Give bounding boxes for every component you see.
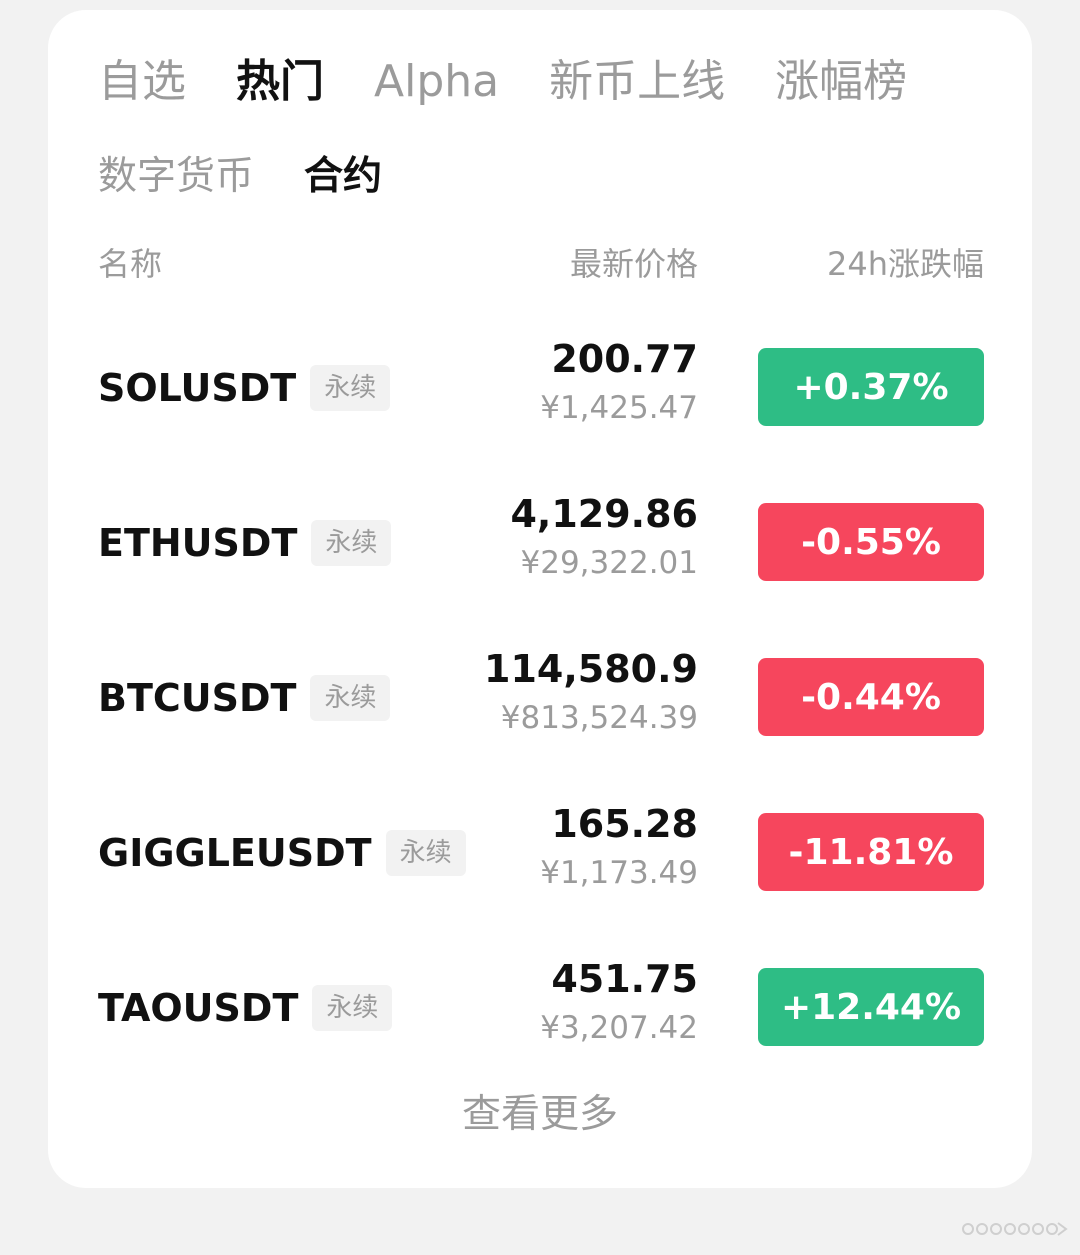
cny-price: ¥813,524.39 bbox=[500, 700, 698, 736]
category-tabs: 自选 热门 Alpha 新币上线 涨幅榜 bbox=[98, 52, 957, 112]
tab-watchlist[interactable]: 自选 bbox=[98, 52, 186, 112]
perpetual-tag: 永续 bbox=[312, 985, 393, 1031]
subtab-futures[interactable]: 合约 bbox=[304, 150, 382, 204]
table-row[interactable]: ETHUSDT 永续 4,129.86 ¥29,322.01 -0.55% bbox=[0, 491, 1080, 611]
last-price: 165.28 bbox=[551, 802, 698, 846]
cny-price: ¥29,322.01 bbox=[520, 545, 699, 581]
cny-price: ¥1,425.47 bbox=[540, 390, 698, 426]
tab-top-gainers[interactable]: 涨幅榜 bbox=[775, 52, 907, 112]
row-name-cell: ETHUSDT 永续 bbox=[98, 517, 392, 569]
column-header-change[interactable]: 24h涨跌幅 bbox=[827, 242, 984, 286]
perpetual-tag: 永续 bbox=[310, 675, 391, 721]
table-row[interactable]: GIGGLEUSDT 永续 165.28 ¥1,173.49 -11.81% bbox=[0, 801, 1080, 921]
change-badge[interactable]: +0.37% bbox=[758, 348, 984, 426]
change-badge[interactable]: -0.55% bbox=[758, 503, 984, 581]
change-badge[interactable]: +12.44% bbox=[758, 968, 984, 1046]
perpetual-tag: 永续 bbox=[310, 365, 391, 411]
table-row[interactable]: TAOUSDT 永续 451.75 ¥3,207.42 +12.44% bbox=[0, 956, 1080, 1076]
table-row[interactable]: SOLUSDT 永续 200.77 ¥1,425.47 +0.37% bbox=[0, 336, 1080, 456]
symbol-label: SOLUSDT bbox=[98, 366, 297, 410]
perpetual-tag: 永续 bbox=[311, 520, 392, 566]
symbol-label: ETHUSDT bbox=[98, 521, 298, 565]
view-more-button[interactable]: 查看更多 bbox=[0, 1090, 1080, 1140]
last-price: 451.75 bbox=[551, 957, 698, 1001]
market-type-tabs: 数字货币 合约 bbox=[98, 150, 432, 204]
cny-price: ¥3,207.42 bbox=[540, 1010, 698, 1046]
row-name-cell: TAOUSDT 永续 bbox=[98, 982, 393, 1034]
symbol-label: GIGGLEUSDT bbox=[98, 831, 372, 875]
watermark-logo bbox=[962, 1222, 1068, 1236]
tab-new-listings[interactable]: 新币上线 bbox=[549, 52, 725, 112]
table-row[interactable]: BTCUSDT 永续 114,580.9 ¥813,524.39 -0.44% bbox=[0, 646, 1080, 766]
tab-alpha[interactable]: Alpha bbox=[374, 52, 499, 112]
last-price: 4,129.86 bbox=[510, 492, 698, 536]
last-price: 200.77 bbox=[551, 337, 698, 381]
change-badge[interactable]: -11.81% bbox=[758, 813, 984, 891]
symbol-label: BTCUSDT bbox=[98, 676, 297, 720]
last-price: 114,580.9 bbox=[484, 647, 698, 691]
row-name-cell: GIGGLEUSDT 永续 bbox=[98, 827, 466, 879]
change-badge[interactable]: -0.44% bbox=[758, 658, 984, 736]
row-name-cell: BTCUSDT 永续 bbox=[98, 672, 391, 724]
perpetual-tag: 永续 bbox=[385, 830, 466, 876]
row-name-cell: SOLUSDT 永续 bbox=[98, 362, 391, 414]
symbol-label: TAOUSDT bbox=[98, 986, 299, 1030]
column-header-price[interactable]: 最新价格 bbox=[570, 242, 698, 286]
tab-hot[interactable]: 热门 bbox=[236, 52, 324, 112]
cny-price: ¥1,173.49 bbox=[540, 855, 698, 891]
subtab-spot[interactable]: 数字货币 bbox=[98, 150, 254, 204]
column-header-name: 名称 bbox=[98, 245, 163, 283]
